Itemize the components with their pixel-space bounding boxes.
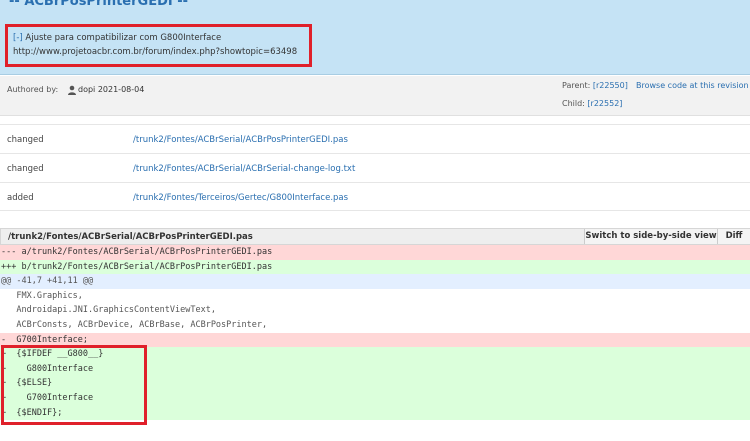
child-revision-link[interactable]: [r22552] bbox=[587, 99, 622, 108]
diff-line-deleted: --- a/trunk2/Fontes/ACBrSerial/ACBrPosPr… bbox=[0, 245, 750, 260]
commit-header: -- ACBrPosPrinterGEDI -- [-] Ajuste para… bbox=[0, 0, 750, 75]
collapse-toggle[interactable]: [-] bbox=[13, 33, 23, 43]
diff-line-added: +++ b/trunk2/Fontes/ACBrSerial/ACBrPosPr… bbox=[0, 259, 750, 275]
side-by-side-button[interactable]: Switch to side-by-side view bbox=[584, 229, 717, 244]
diff-line-context: FMX.Graphics, bbox=[0, 288, 750, 304]
diff-file-path: /trunk2/Fontes/ACBrSerial/ACBrPosPrinter… bbox=[8, 232, 253, 242]
commit-message-text: Ajuste para compatibilizar com G800Inter… bbox=[25, 33, 222, 43]
commit-message-highlight: [-] Ajuste para compatibilizar com G800I… bbox=[5, 24, 312, 67]
diff-line-context: Androidapi.JNI.GraphicsContentViewText, bbox=[0, 303, 750, 318]
author-name[interactable]: dopi 2021-08-04 bbox=[78, 85, 144, 94]
file-row: added /trunk2/Fontes/Terceiros/Gertec/G8… bbox=[0, 182, 750, 211]
file-action: added bbox=[7, 193, 34, 203]
parent-revision-link[interactable]: [r22550] bbox=[593, 81, 628, 90]
diff-button[interactable]: Diff bbox=[717, 229, 750, 244]
diff-line-context: ACBrConsts, ACBrDevice, ACBrBase, ACBrPo… bbox=[0, 317, 750, 333]
page-title: -- ACBrPosPrinterGEDI -- bbox=[9, 0, 189, 9]
authored-by-label: Authored by: bbox=[7, 85, 59, 94]
child-label: Child: bbox=[562, 99, 585, 108]
commit-meta: Authored by: dopi 2021-08-04 Parent: [r2… bbox=[0, 76, 750, 116]
child-revision: Child: [r22552] bbox=[562, 99, 622, 108]
parent-label: Parent: bbox=[562, 81, 591, 90]
diff-header: /trunk2/Fontes/ACBrSerial/ACBrPosPrinter… bbox=[0, 228, 750, 245]
file-row: changed /trunk2/Fontes/ACBrSerial/ACBrPo… bbox=[0, 124, 750, 153]
changed-files-list: changed /trunk2/Fontes/ACBrSerial/ACBrPo… bbox=[0, 124, 750, 211]
added-lines-highlight bbox=[1, 345, 147, 425]
commit-message-url: http://www.projetoacbr.com.br/forum/inde… bbox=[13, 47, 298, 57]
user-icon bbox=[68, 85, 76, 95]
file-link[interactable]: /trunk2/Fontes/ACBrSerial/ACBrPosPrinter… bbox=[133, 135, 348, 145]
file-action: changed bbox=[7, 135, 44, 145]
file-row: changed /trunk2/Fontes/ACBrSerial/ACBrSe… bbox=[0, 153, 750, 182]
diff-hunk-header: @@ -41,7 +41,11 @@ bbox=[0, 274, 750, 289]
file-action: changed bbox=[7, 164, 44, 174]
browse-code-link[interactable]: Browse code at this revision bbox=[636, 81, 749, 90]
file-link[interactable]: /trunk2/Fontes/ACBrSerial/ACBrSerial-cha… bbox=[133, 164, 355, 174]
commit-message-line: [-] Ajuste para compatibilizar com G800I… bbox=[13, 33, 221, 43]
file-link[interactable]: /trunk2/Fontes/Terceiros/Gertec/G800Inte… bbox=[133, 193, 348, 203]
parent-revision: Parent: [r22550] bbox=[562, 81, 628, 90]
